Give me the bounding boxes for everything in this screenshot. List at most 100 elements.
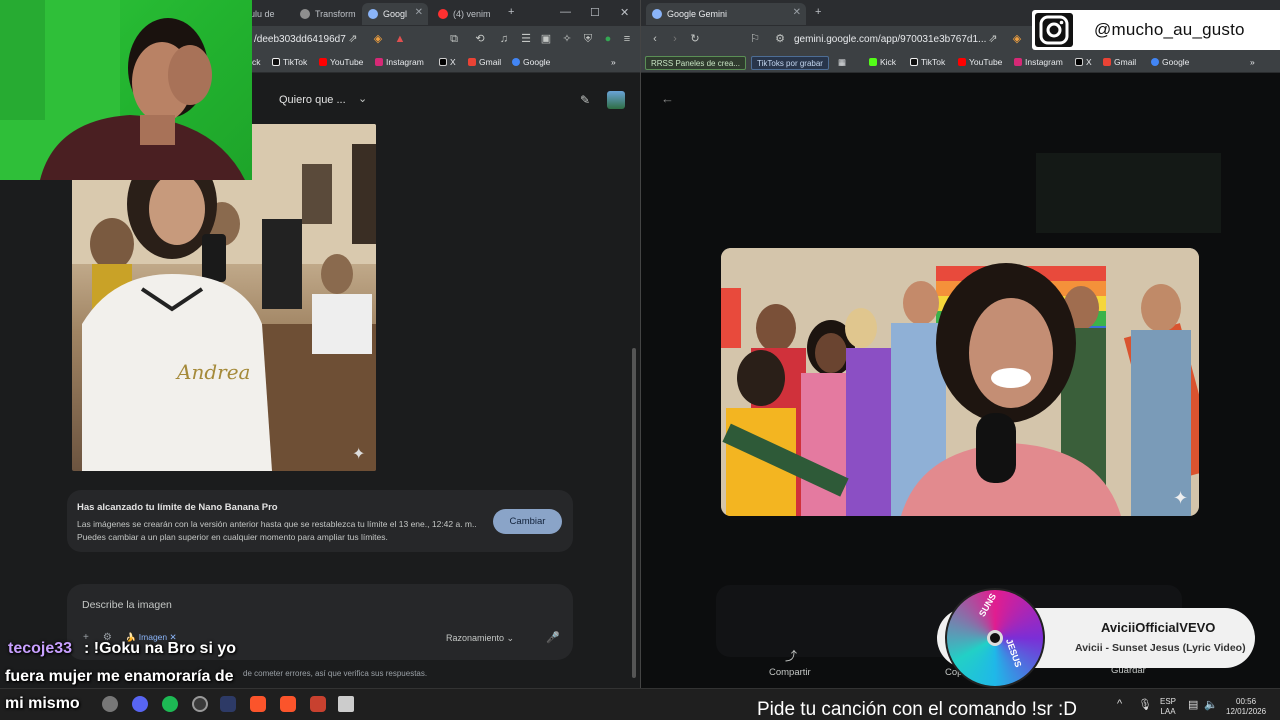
instagram-overlay: @mucho_au_gusto xyxy=(1032,10,1280,50)
prompt-placeholder[interactable]: Describe la imagen xyxy=(82,599,172,611)
disc-text: JESUS xyxy=(1004,637,1024,669)
wallet-icon[interactable]: ▣ xyxy=(540,33,552,45)
bookmark-instagram[interactable]: Instagram xyxy=(1014,57,1063,67)
microphone-icon[interactable]: 🎙 xyxy=(1138,698,1152,711)
network-icon[interactable]: ▤ xyxy=(1188,698,1198,711)
bookmarks-more-icon[interactable]: » xyxy=(1250,57,1255,67)
bookmark-google[interactable]: Google xyxy=(512,57,550,67)
bookmark-gmail[interactable]: Gmail xyxy=(1103,57,1136,67)
app-icon[interactable] xyxy=(220,696,236,712)
generated-image-right[interactable]: ✦ xyxy=(721,248,1199,516)
new-tab-button[interactable]: + xyxy=(815,6,821,18)
bookmark-google[interactable]: Google xyxy=(1151,57,1189,67)
brave-icon[interactable] xyxy=(250,696,266,712)
url-text[interactable]: /deeb303dd64196d7 xyxy=(254,34,346,45)
forward-icon[interactable]: › xyxy=(669,33,681,45)
bookmark-x[interactable]: X xyxy=(439,57,456,67)
screen: ulu de Transform Googl ✕ (4) venim + — ☐ … xyxy=(0,0,1280,720)
bookmark-youtube[interactable]: YouTube xyxy=(319,57,363,67)
bookmark-label: YouTube xyxy=(330,57,364,67)
clock[interactable]: 00:56 12/01/2026 xyxy=(1226,697,1266,717)
x-icon xyxy=(1075,58,1083,66)
ai-icon[interactable]: ✧ xyxy=(561,33,573,45)
x-icon xyxy=(439,58,447,66)
avatar[interactable] xyxy=(607,91,625,109)
share-page-icon[interactable]: ⇗ xyxy=(347,33,359,45)
upgrade-button[interactable]: Cambiar xyxy=(493,509,562,534)
streamer-silhouette xyxy=(0,0,245,180)
share-page-icon[interactable]: ⇗ xyxy=(987,33,999,45)
back-icon[interactable]: ‹ xyxy=(649,33,661,45)
instagram-icon xyxy=(375,58,383,66)
extensions-icon[interactable]: ⧉ xyxy=(448,33,460,45)
bookmark-label: Instagram xyxy=(1025,57,1063,67)
bookmark-kick[interactable]: Kick xyxy=(869,57,896,67)
close-icon[interactable]: ✕ xyxy=(415,7,423,18)
tab-2[interactable]: Transform xyxy=(294,3,362,25)
list-icon[interactable]: ☰ xyxy=(520,33,532,45)
disclaimer: de cometer errores, así que verifica sus… xyxy=(243,669,428,678)
minimize-button[interactable]: — xyxy=(560,6,571,18)
brave-icon[interactable] xyxy=(280,696,296,712)
reasoning-dropdown[interactable]: Razonamiento ⌄ xyxy=(446,633,514,644)
bookmark-tiktok[interactable]: TikTok xyxy=(272,57,307,67)
extension-icon[interactable]: ⟲ xyxy=(474,33,486,45)
shield-icon[interactable]: ⛨ xyxy=(582,33,594,45)
new-tab-button[interactable]: + xyxy=(508,6,514,18)
bookmark-tiktok[interactable]: TikTok xyxy=(910,57,945,67)
bookmark-folder-rrss[interactable]: RRSS Paneles de crea... xyxy=(645,56,746,70)
disc-text: SUNS xyxy=(976,591,999,619)
reload-icon[interactable]: ↻ xyxy=(689,33,701,45)
svg-text:✦: ✦ xyxy=(352,446,365,463)
share-button[interactable]: Compartir xyxy=(769,667,811,678)
clock-time: 00:56 xyxy=(1236,697,1257,706)
apps-grid-icon[interactable]: ▦ xyxy=(838,57,846,68)
bookmark-gmail[interactable]: Gmail xyxy=(468,57,501,67)
instagram-handle: @mucho_au_gusto xyxy=(1094,20,1245,39)
disc-hole xyxy=(987,630,1003,646)
back-arrow-icon[interactable]: ← xyxy=(661,91,674,106)
spotify-icon[interactable] xyxy=(162,696,178,712)
tab-label: Google Gemini xyxy=(667,9,728,19)
globe-icon xyxy=(300,9,310,19)
steam-icon[interactable] xyxy=(192,696,208,712)
tab-4[interactable]: (4) venim xyxy=(432,3,498,25)
google-icon xyxy=(1151,58,1159,66)
bookmark-icon[interactable]: ⚐ xyxy=(749,33,761,45)
rewards-icon[interactable]: ▲ xyxy=(394,33,406,45)
share-icon[interactable]: ⤴ xyxy=(785,647,797,664)
tab-label: Transform xyxy=(315,9,356,19)
volume-icon[interactable]: 🔈 xyxy=(1204,698,1218,711)
bookmark-label: X xyxy=(1086,57,1092,67)
chevron-up-icon[interactable]: ^ xyxy=(1117,698,1122,710)
close-icon[interactable]: ✕ xyxy=(793,7,801,18)
bookmarks-more-icon[interactable]: » xyxy=(611,57,616,67)
bookmark-youtube[interactable]: YouTube xyxy=(958,57,1002,67)
close-window-button[interactable]: ✕ xyxy=(620,6,629,19)
discord-icon[interactable] xyxy=(132,696,148,712)
new-chat-icon[interactable]: ✎ xyxy=(580,93,590,107)
tab-gemini[interactable]: Google Gemini ✕ xyxy=(646,3,806,25)
bookmark-kick[interactable]: ck xyxy=(252,57,261,67)
bookmark-x[interactable]: X xyxy=(1075,57,1092,67)
scrollbar[interactable] xyxy=(632,348,636,678)
brave-icon[interactable] xyxy=(310,696,326,712)
chat-message-line: fuera mujer me enamoraría de xyxy=(5,668,234,685)
language-indicator[interactable]: ESP LAA xyxy=(1160,697,1176,717)
brave-shield-icon[interactable]: ◈ xyxy=(1011,33,1023,45)
brave-shield-icon[interactable]: ◈ xyxy=(372,33,384,45)
obs-icon[interactable] xyxy=(102,696,118,712)
tab-3-active[interactable]: Googl ✕ xyxy=(362,3,428,25)
conversation-title[interactable]: Quiero que ... xyxy=(279,94,346,106)
chevron-down-icon[interactable]: ⌄ xyxy=(358,92,367,105)
site-settings-icon[interactable]: ⚙ xyxy=(774,33,786,45)
maximize-button[interactable]: ☐ xyxy=(590,6,600,19)
url-text[interactable]: gemini.google.com/app/970031e3b767d1... xyxy=(794,34,986,45)
bookmark-instagram[interactable]: Instagram xyxy=(375,57,424,67)
file-icon[interactable] xyxy=(338,696,354,712)
music-icon[interactable]: ♫ xyxy=(498,33,510,45)
bookmark-folder-tiktoks[interactable]: TikToks por grabar xyxy=(751,56,829,70)
menu-icon[interactable]: ≡ xyxy=(621,33,633,45)
microphone-icon[interactable]: 🎤 xyxy=(546,631,560,644)
profile-icon[interactable]: ● xyxy=(602,33,614,45)
